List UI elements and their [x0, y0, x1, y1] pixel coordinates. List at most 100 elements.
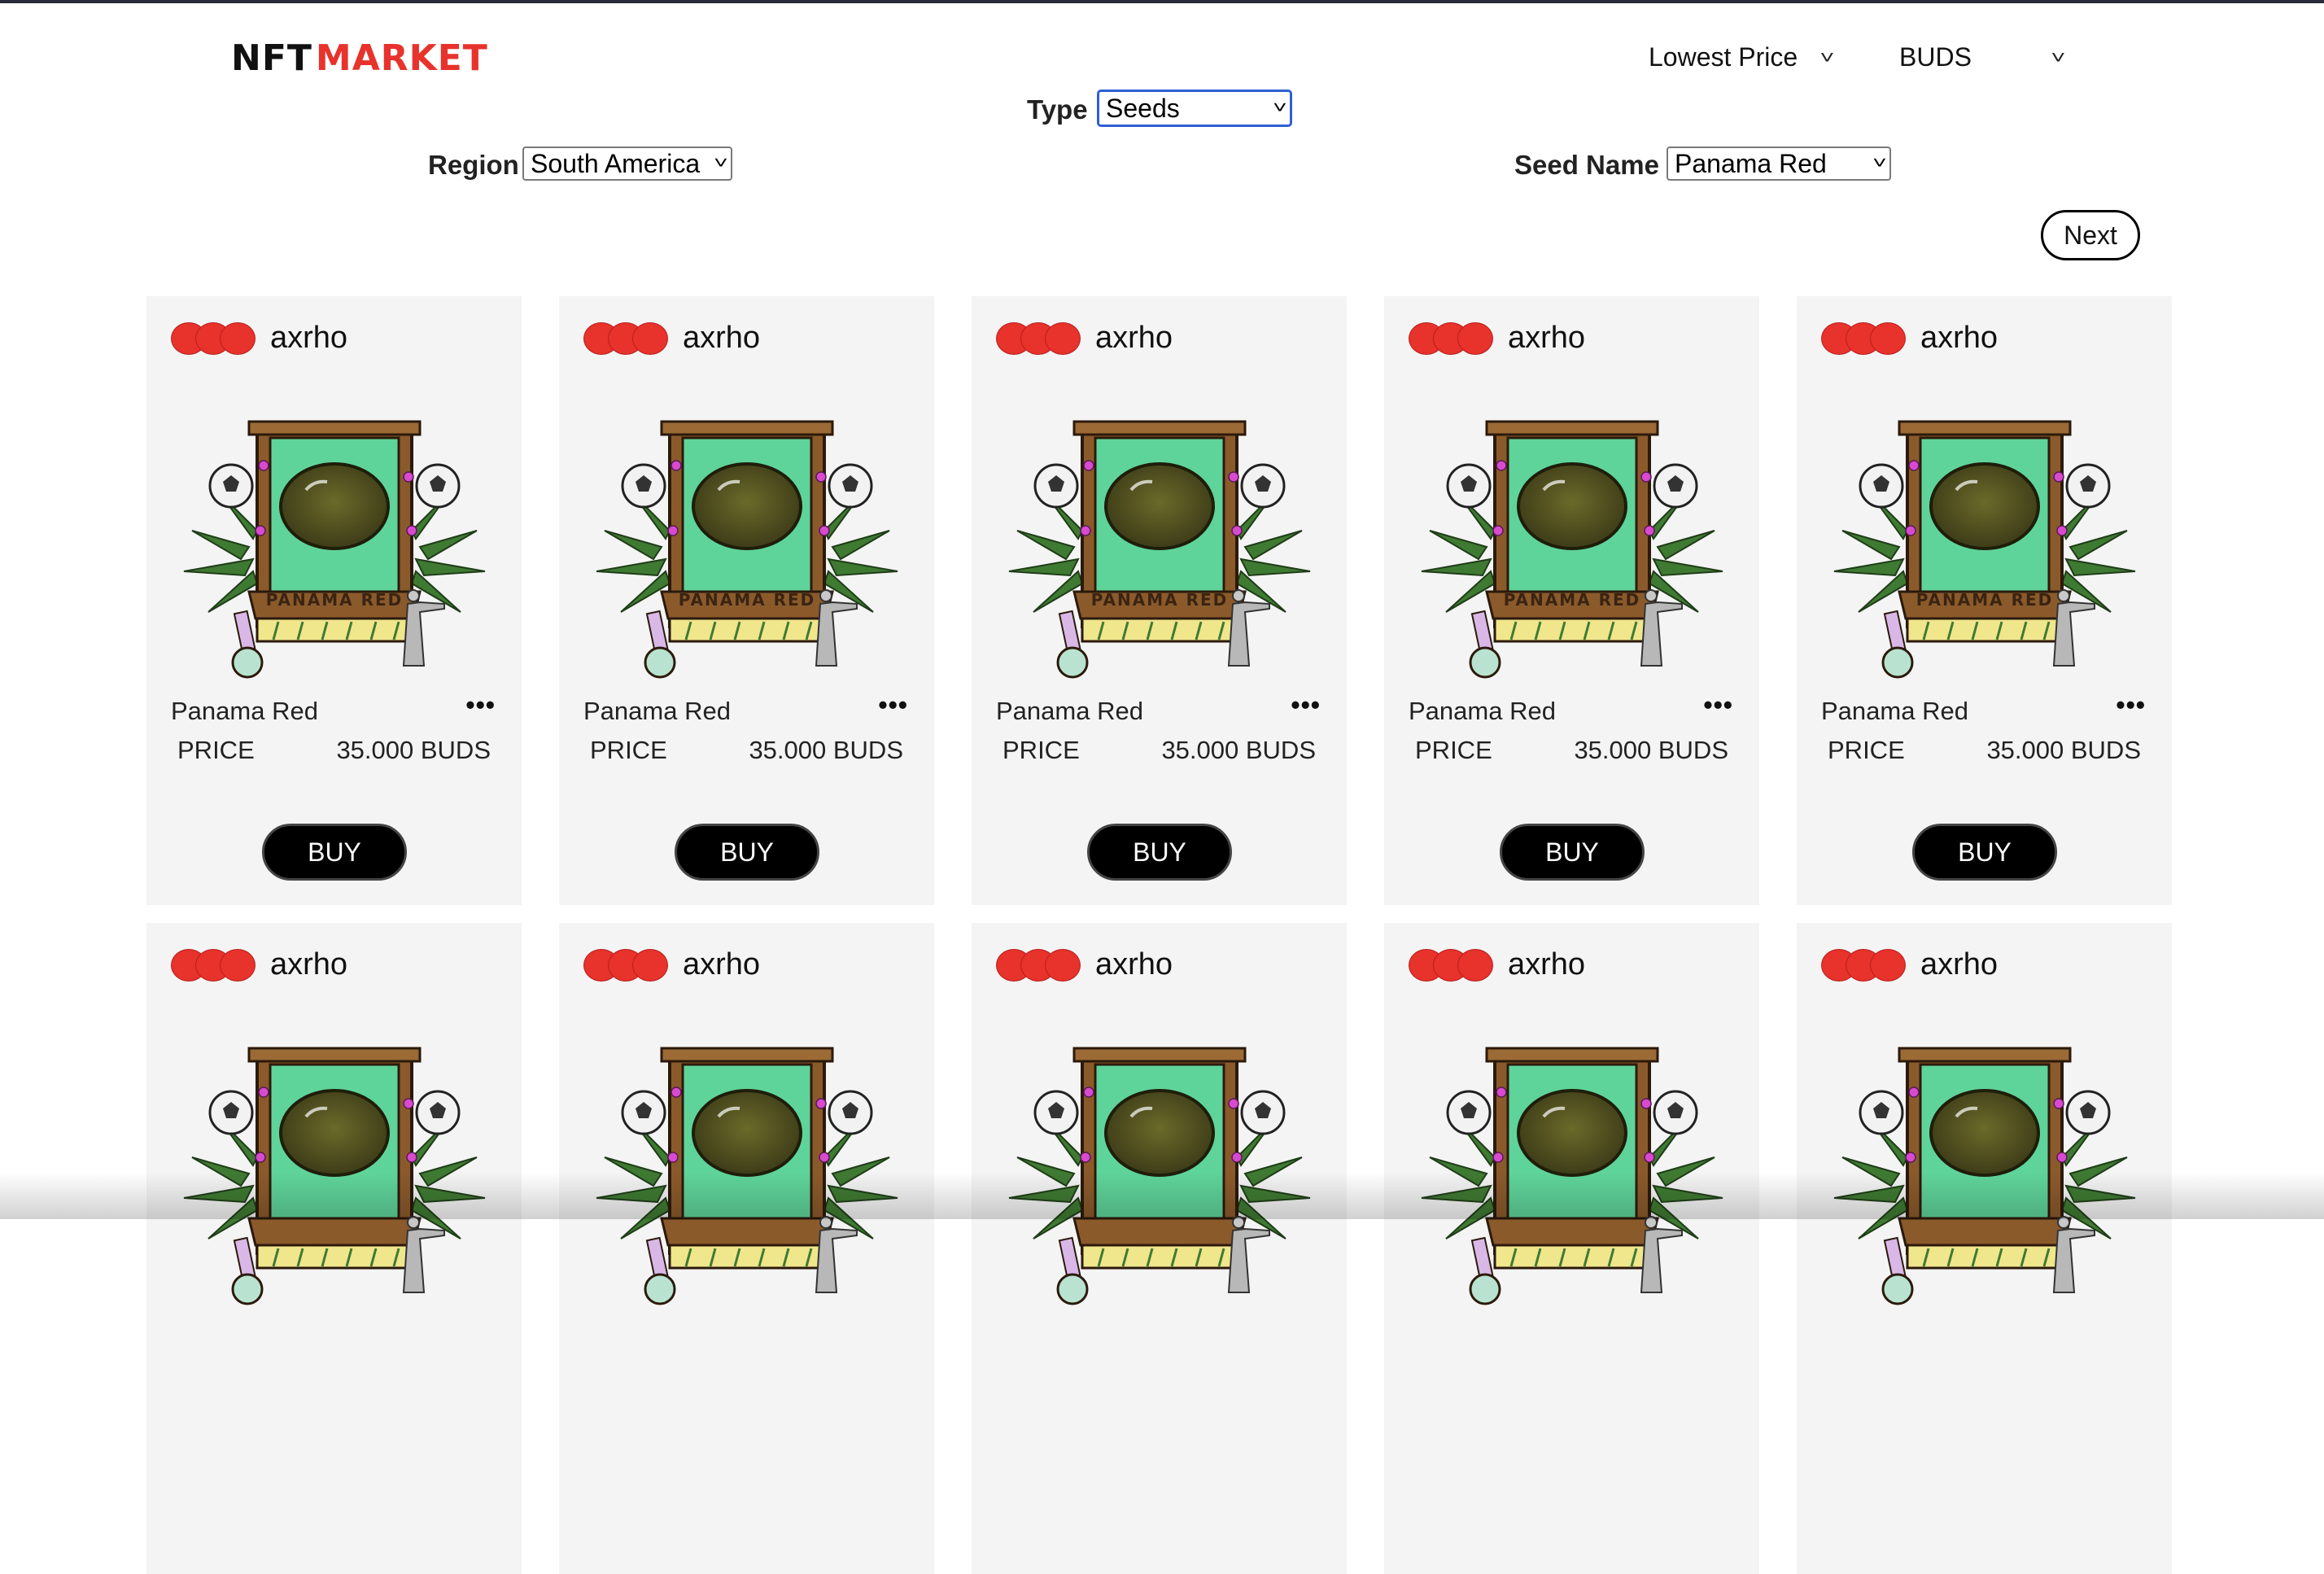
art-banner-text: PANAMA RED	[266, 590, 404, 610]
nft-card[interactable]: axrho PANAMA RED Panama Red ••• PRICE 35…	[559, 296, 934, 905]
owner-name: axrho	[1095, 321, 1173, 355]
card-owner[interactable]: axrho	[996, 947, 1173, 982]
owner-name: axrho	[683, 947, 761, 982]
sort-dropdown[interactable]: Lowest Price ˅	[1649, 42, 1835, 72]
seed-name-select[interactable]: Panama Red ˅	[1667, 146, 1891, 181]
nft-artwork	[1421, 1047, 1723, 1305]
logo[interactable]: NFTMARKET	[231, 37, 488, 79]
window-top-border	[0, 0, 2324, 3]
nft-artwork	[1008, 1047, 1311, 1305]
chevron-down-icon: ˅	[1273, 98, 1287, 117]
nft-card[interactable]: axrho	[972, 923, 1347, 1574]
more-options-icon[interactable]: •••	[1703, 690, 1733, 720]
card-owner[interactable]: axrho	[583, 321, 760, 356]
owner-name: axrho	[1920, 947, 1999, 982]
owner-name: axrho	[270, 947, 348, 982]
buy-button[interactable]: BUY	[262, 824, 407, 881]
card-owner[interactable]: axrho	[996, 321, 1173, 356]
card-owner[interactable]: axrho	[583, 947, 760, 982]
avatar	[171, 321, 256, 355]
nft-name: Panama Red	[996, 697, 1143, 725]
card-owner[interactable]: axrho	[1409, 321, 1585, 356]
chevron-down-icon: ˅	[1872, 154, 1887, 173]
currency-dropdown-label: BUDS	[1899, 42, 1972, 72]
nft-artwork: PANAMA RED	[1008, 420, 1311, 679]
nft-card[interactable]: axrho PANAMA RED Panama Red ••• PRICE 35…	[972, 296, 1347, 905]
price-label: PRICE	[590, 736, 667, 764]
nft-card[interactable]: axrho PANAMA RED Panama Red ••• PRICE 35…	[1797, 296, 2172, 905]
nft-name: Panama Red	[1409, 697, 1556, 725]
nft-artwork: PANAMA RED	[1421, 420, 1723, 679]
region-label: Region	[428, 150, 519, 180]
owner-name: axrho	[1508, 321, 1586, 355]
price-value: 35.000 BUDS	[1161, 736, 1316, 764]
region-select-value: South America	[531, 148, 701, 178]
owner-name: axrho	[1920, 321, 1999, 355]
more-options-icon[interactable]: •••	[2116, 690, 2146, 720]
type-select-value: Seeds	[1106, 93, 1180, 123]
seed-name-label: Seed Name	[1514, 150, 1659, 180]
avatar	[171, 948, 256, 982]
type-label: Type	[1027, 94, 1088, 125]
price-label: PRICE	[1415, 736, 1492, 764]
type-select[interactable]: Seeds ˅	[1097, 90, 1292, 127]
avatar	[583, 321, 668, 355]
more-options-icon[interactable]: •••	[465, 690, 496, 720]
seed-name-select-value: Panama Red	[1675, 148, 1827, 178]
art-banner-text: PANAMA RED	[1091, 590, 1229, 610]
card-owner[interactable]: axrho	[1821, 947, 1998, 982]
nft-name: Panama Red	[171, 697, 318, 725]
next-page-button[interactable]: Next	[2041, 210, 2140, 260]
nft-card[interactable]: axrho	[146, 923, 522, 1574]
price-label: PRICE	[1003, 736, 1080, 764]
card-owner[interactable]: axrho	[171, 321, 347, 356]
nft-artwork	[596, 1047, 898, 1305]
owner-name: axrho	[1508, 947, 1586, 982]
buy-button[interactable]: BUY	[675, 824, 819, 881]
price-label: PRICE	[177, 736, 255, 764]
chevron-down-icon: ˅	[714, 154, 728, 173]
avatar	[996, 321, 1081, 355]
card-owner[interactable]: axrho	[1409, 947, 1585, 982]
nft-card[interactable]: axrho	[1797, 923, 2172, 1574]
price-value: 35.000 BUDS	[336, 736, 491, 764]
art-banner-text: PANAMA RED	[679, 590, 816, 610]
nft-artwork: PANAMA RED	[1833, 420, 2136, 679]
nft-artwork	[1833, 1047, 2136, 1305]
avatar	[1409, 321, 1493, 355]
buy-button[interactable]: BUY	[1087, 824, 1232, 881]
buy-button[interactable]: BUY	[1500, 824, 1645, 881]
more-options-icon[interactable]: •••	[1291, 690, 1321, 720]
nft-card[interactable]: axrho PANAMA RED Panama Red ••• PRICE 35…	[146, 296, 522, 905]
price-value: 35.000 BUDS	[749, 736, 903, 764]
buy-button[interactable]: BUY	[1912, 824, 2057, 881]
nft-artwork	[183, 1047, 486, 1305]
price-value: 35.000 BUDS	[1574, 736, 1728, 764]
nft-artwork: PANAMA RED	[596, 420, 898, 679]
avatar	[583, 948, 668, 982]
art-banner-text: PANAMA RED	[1504, 590, 1641, 610]
nft-card[interactable]: axrho	[1384, 923, 1759, 1574]
owner-name: axrho	[1095, 947, 1173, 982]
more-options-icon[interactable]: •••	[878, 690, 908, 720]
nft-name: Panama Red	[1821, 697, 1968, 725]
avatar	[1821, 321, 1906, 355]
nft-artwork: PANAMA RED	[183, 420, 486, 679]
card-owner[interactable]: axrho	[171, 947, 347, 982]
logo-nft-text: NFT	[231, 37, 312, 79]
avatar	[1821, 948, 1906, 982]
owner-name: axrho	[270, 321, 348, 355]
currency-dropdown[interactable]: BUDS ˅	[1899, 42, 2066, 72]
card-owner[interactable]: axrho	[1821, 321, 1998, 356]
logo-market-text: MARKET	[315, 37, 488, 79]
nft-name: Panama Red	[583, 697, 731, 725]
nft-card[interactable]: axrho PANAMA RED Panama Red ••• PRICE 35…	[1384, 296, 1759, 905]
avatar	[1409, 948, 1493, 982]
nft-card[interactable]: axrho	[559, 923, 934, 1574]
region-select[interactable]: South America ˅	[522, 146, 732, 181]
price-label: PRICE	[1828, 736, 1905, 764]
owner-name: axrho	[683, 321, 761, 355]
chevron-down-icon: ˅	[2051, 46, 2066, 68]
chevron-down-icon: ˅	[1819, 46, 1835, 68]
avatar	[996, 948, 1081, 982]
